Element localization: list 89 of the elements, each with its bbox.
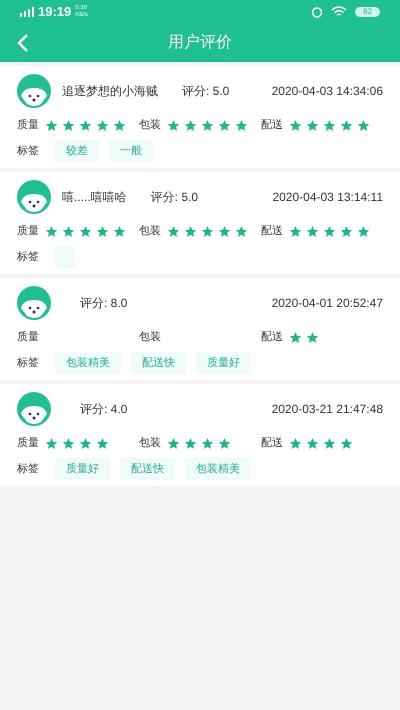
star-icon: [357, 118, 370, 132]
review-date: 2020-04-03 13:14:11: [272, 189, 383, 206]
star-icon: [218, 436, 231, 450]
star-icon: [340, 436, 353, 450]
star-icon: [323, 436, 336, 450]
tag-chip: 质量好: [196, 352, 251, 374]
star-icon: [323, 118, 336, 132]
star-icon: [45, 118, 58, 132]
star-icon: [113, 118, 126, 132]
rating-label: 质量: [17, 330, 39, 345]
star-icon: [79, 118, 92, 132]
star-icon: [79, 224, 92, 238]
rating-label: 配送: [261, 330, 283, 345]
alarm-icon: [311, 6, 324, 18]
star-icon: [289, 224, 302, 238]
tag-chip: 配送快: [120, 458, 175, 480]
star-icon: [201, 224, 214, 238]
score-text: 评分: 4.0: [80, 401, 128, 418]
avatar-icon: [17, 392, 51, 426]
tag-chip: 包装精美: [185, 458, 251, 480]
signal-icon: [20, 7, 34, 17]
tag-chip: 包装精美: [55, 352, 121, 374]
score-text: 评分: 8.0: [80, 295, 128, 312]
star-icon: [184, 436, 197, 450]
star-icon: [289, 330, 302, 344]
wifi-icon: [331, 6, 348, 18]
star-icon: [201, 436, 214, 450]
star-icon: [289, 436, 302, 450]
star-icon: [96, 118, 109, 132]
star-icon: [96, 436, 109, 450]
star-icon: [306, 224, 319, 238]
review-date: 2020-04-01 20:52:47: [272, 295, 383, 312]
score-text: 评分: 5.0: [150, 189, 198, 206]
star-icon: [306, 436, 319, 450]
avatar-icon: [17, 74, 51, 108]
star-icon: [167, 224, 180, 238]
star-icon: [340, 224, 353, 238]
rating-label: 配送: [261, 436, 283, 451]
tag-chip: 一般: [109, 140, 153, 162]
review-date: 2020-04-03 14:34:06: [272, 83, 383, 100]
star-icon: [357, 224, 370, 238]
battery-indicator: 82: [355, 7, 380, 17]
tag-chip: 质量好: [55, 458, 110, 480]
star-icon: [306, 118, 319, 132]
rating-label: 配送: [261, 118, 283, 133]
rating-label: 质量: [17, 436, 39, 451]
star-icon: [62, 436, 75, 450]
star-icon: [167, 118, 180, 132]
rating-label: 配送: [261, 224, 283, 239]
page-title: 用户评价: [168, 32, 232, 53]
rating-label: 包装: [139, 224, 161, 239]
reviewer-name: 追逐梦想的小海贼: [62, 83, 158, 100]
score-text: 评分: 5.0: [182, 83, 230, 100]
back-icon: [16, 33, 30, 53]
star-icon: [201, 118, 214, 132]
star-icon: [218, 118, 231, 132]
star-icon: [184, 118, 197, 132]
reviewer-name: 嘻.....嘻嘻哈: [62, 189, 127, 206]
star-icon: [167, 436, 180, 450]
star-icon: [45, 436, 58, 450]
tags-label: 标签: [17, 144, 39, 159]
star-icon: [45, 224, 58, 238]
star-icon: [218, 224, 231, 238]
tags-label: 标签: [17, 356, 39, 371]
avatar-icon: [17, 180, 51, 214]
rating-label: 质量: [17, 224, 39, 239]
star-icon: [96, 224, 109, 238]
rating-label: 包装: [139, 330, 161, 345]
star-icon: [235, 118, 248, 132]
tags-label: 标签: [17, 462, 39, 477]
star-icon: [62, 118, 75, 132]
star-icon: [323, 224, 336, 238]
star-icon: [79, 436, 92, 450]
star-icon: [306, 330, 319, 344]
tag-chip: 配送快: [131, 352, 186, 374]
star-icon: [113, 224, 126, 238]
avatar-icon: [17, 286, 51, 320]
star-icon: [289, 118, 302, 132]
star-icon: [62, 224, 75, 238]
star-icon: [340, 118, 353, 132]
rating-label: 包装: [139, 118, 161, 133]
star-icon: [184, 224, 197, 238]
star-icon: [235, 224, 248, 238]
status-time: 19:19: [38, 3, 72, 22]
tag-chip: 较差: [55, 140, 99, 162]
rating-label: 质量: [17, 118, 39, 133]
rating-label: 包装: [139, 436, 161, 451]
review-date: 2020-03-21 21:47:48: [272, 401, 383, 418]
tags-label: 标签: [17, 250, 39, 265]
